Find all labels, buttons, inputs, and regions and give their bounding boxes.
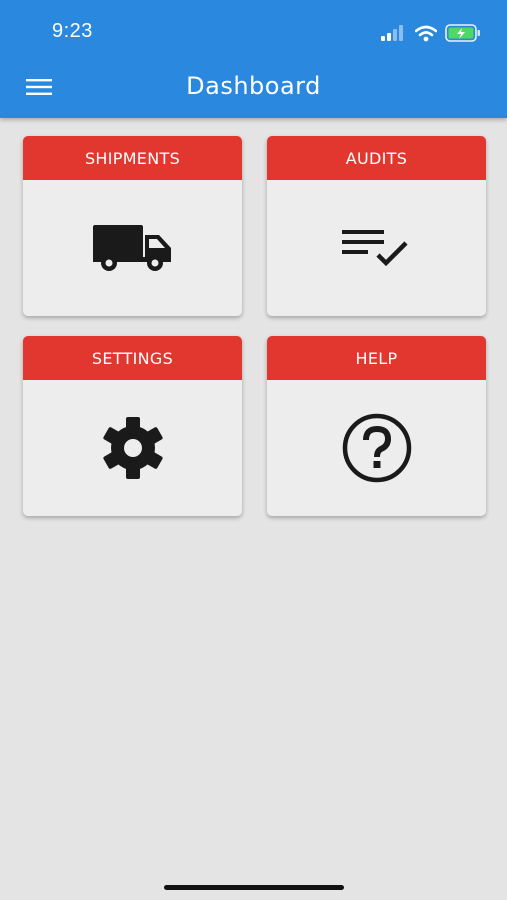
home-indicator [164, 885, 344, 890]
help-tile[interactable]: HELP [267, 336, 486, 516]
tile-label: AUDITS [267, 136, 486, 180]
signal-icon [381, 25, 403, 41]
page-title: Dashboard [186, 72, 321, 100]
gear-icon [102, 417, 163, 479]
help-circle-icon [342, 413, 411, 483]
tile-label: HELP [267, 336, 486, 380]
app-header: 9:23 Dashboard [0, 0, 507, 118]
settings-tile[interactable]: SETTINGS [23, 336, 242, 516]
wifi-icon [415, 25, 437, 41]
status-time: 9:23 [52, 20, 93, 42]
checklist-icon [341, 230, 408, 267]
tile-label: SHIPMENTS [23, 136, 242, 180]
truck-icon [92, 225, 171, 271]
tile-label: SETTINGS [23, 336, 242, 380]
audits-tile[interactable]: AUDITS [267, 136, 486, 316]
status-icons [381, 23, 481, 43]
battery-icon [445, 24, 480, 42]
shipments-tile[interactable]: SHIPMENTS [23, 136, 242, 316]
